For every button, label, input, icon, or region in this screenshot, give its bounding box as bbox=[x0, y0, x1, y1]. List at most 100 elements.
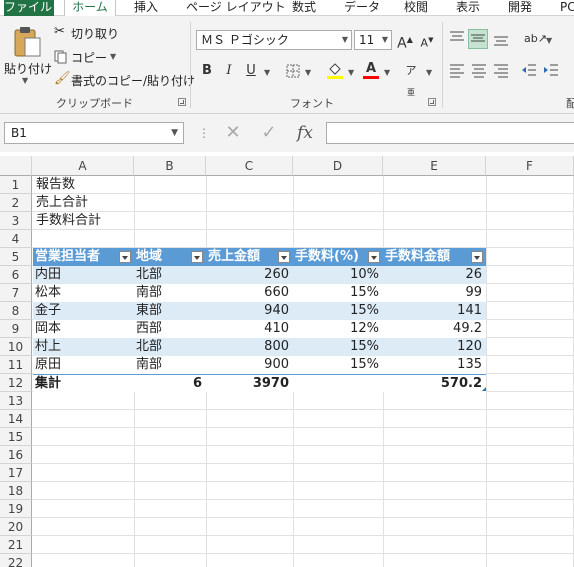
paste-button[interactable]: 貼り付け ▼ bbox=[4, 24, 52, 85]
row-header[interactable]: 12 bbox=[0, 374, 32, 392]
name-box[interactable]: B1 ▼ bbox=[4, 122, 184, 144]
table-cell[interactable]: 原田 bbox=[33, 356, 134, 374]
column-header-c[interactable]: C bbox=[206, 156, 293, 176]
row-header[interactable]: 3 bbox=[0, 212, 32, 230]
table-cell[interactable]: 49.2 bbox=[383, 320, 486, 338]
fill-color-button[interactable] bbox=[326, 60, 344, 79]
table-cell[interactable]: 北部 bbox=[134, 266, 206, 284]
table-cell[interactable]: 26 bbox=[383, 266, 486, 284]
table-cell[interactable]: 410 bbox=[206, 320, 293, 338]
total-cell[interactable]: 3970 bbox=[206, 374, 293, 392]
table-cell[interactable]: 260 bbox=[206, 266, 293, 284]
increase-indent-button[interactable] bbox=[542, 62, 560, 80]
column-header-d[interactable]: D bbox=[293, 156, 383, 176]
row-header[interactable]: 5 bbox=[0, 248, 32, 266]
shrink-font-button[interactable]: A▼ bbox=[418, 31, 436, 50]
row-header[interactable]: 15 bbox=[0, 428, 32, 446]
total-cell[interactable] bbox=[293, 374, 383, 392]
table-cell[interactable]: 村上 bbox=[33, 338, 134, 356]
row-header[interactable]: 17 bbox=[0, 464, 32, 482]
column-header-e[interactable]: E bbox=[383, 156, 486, 176]
chevron-down-icon[interactable]: ▼ bbox=[546, 36, 552, 45]
table-cell[interactable]: 北部 bbox=[134, 338, 206, 356]
total-row-label[interactable]: 集計 bbox=[33, 374, 134, 392]
align-left-button[interactable] bbox=[448, 62, 466, 80]
align-top-button[interactable] bbox=[448, 30, 466, 48]
chevron-down-icon[interactable]: ▼ bbox=[348, 68, 354, 77]
cut-button[interactable]: ✂ 切り取り bbox=[54, 24, 124, 42]
table-cell[interactable]: 南部 bbox=[134, 284, 206, 302]
column-header-b[interactable]: B bbox=[134, 156, 206, 176]
italic-button[interactable]: I bbox=[220, 62, 238, 80]
table-cell[interactable]: 141 bbox=[383, 302, 486, 320]
table-cell[interactable]: 12% bbox=[293, 320, 383, 338]
filter-dropdown-icon[interactable] bbox=[368, 251, 380, 263]
table-header-sales[interactable]: 売上金額 bbox=[206, 248, 293, 266]
orientation-button[interactable]: ab↗ bbox=[524, 30, 547, 48]
chevron-down-icon[interactable]: ▼ bbox=[305, 68, 311, 77]
total-cell[interactable]: 570.2 bbox=[383, 374, 486, 392]
table-cell[interactable]: 金子 bbox=[33, 302, 134, 320]
chevron-down-icon[interactable]: ▼ bbox=[426, 68, 432, 77]
table-resize-handle-icon[interactable] bbox=[482, 387, 486, 391]
table-header-commission-rate[interactable]: 手数料(%) bbox=[293, 248, 383, 266]
font-size-combo[interactable]: 11 ▼ bbox=[354, 30, 392, 50]
table-cell[interactable]: 940 bbox=[206, 302, 293, 320]
cell-a1[interactable]: 報告数 bbox=[34, 176, 134, 194]
table-cell[interactable]: 135 bbox=[383, 356, 486, 374]
cancel-entry-icon[interactable]: ✕ bbox=[220, 122, 246, 144]
table-cell[interactable]: 660 bbox=[206, 284, 293, 302]
table-cell[interactable]: 15% bbox=[293, 302, 383, 320]
chevron-down-icon[interactable]: ▼ bbox=[264, 68, 270, 77]
total-cell[interactable]: 6 bbox=[134, 374, 206, 392]
clipboard-launcher-icon[interactable] bbox=[178, 98, 186, 106]
row-header[interactable]: 10 bbox=[0, 338, 32, 356]
align-bottom-button[interactable] bbox=[492, 30, 510, 48]
tab-review[interactable]: 校閲 bbox=[404, 0, 444, 16]
chevron-down-icon[interactable]: ▼ bbox=[384, 68, 390, 77]
align-right-button[interactable] bbox=[492, 62, 510, 80]
column-header-f[interactable]: F bbox=[486, 156, 574, 176]
row-header[interactable]: 4 bbox=[0, 230, 32, 248]
table-header-commission-amount[interactable]: 手数料金額 bbox=[383, 248, 486, 266]
insert-function-button[interactable]: fx bbox=[290, 122, 320, 144]
row-header[interactable]: 16 bbox=[0, 446, 32, 464]
font-launcher-icon[interactable] bbox=[428, 98, 436, 106]
tab-developer[interactable]: 開発 bbox=[508, 0, 548, 16]
table-cell[interactable]: 15% bbox=[293, 356, 383, 374]
font-color-button[interactable]: A bbox=[362, 60, 380, 79]
align-middle-button[interactable] bbox=[468, 29, 488, 49]
table-cell[interactable]: 800 bbox=[206, 338, 293, 356]
row-header[interactable]: 2 bbox=[0, 194, 32, 212]
row-header[interactable]: 13 bbox=[0, 392, 32, 410]
align-center-button[interactable] bbox=[470, 62, 488, 80]
tab-home[interactable]: ホーム bbox=[64, 0, 116, 17]
table-cell[interactable]: 99 bbox=[383, 284, 486, 302]
row-header[interactable]: 11 bbox=[0, 356, 32, 374]
table-cell[interactable]: 岡本 bbox=[33, 320, 134, 338]
filter-dropdown-icon[interactable] bbox=[471, 251, 483, 263]
filter-dropdown-icon[interactable] bbox=[119, 251, 131, 263]
worksheet-grid[interactable]: A B C D E F 1 2 3 4 5 6 7 8 9 10 11 12 13 14 15 16 17 18 1… bbox=[0, 152, 574, 567]
table-header-region[interactable]: 地域 bbox=[134, 248, 206, 266]
decrease-indent-button[interactable] bbox=[520, 62, 538, 80]
bold-button[interactable]: B bbox=[198, 62, 216, 80]
font-name-combo[interactable]: ＭＳ Ｐゴシック ▼ bbox=[196, 30, 352, 50]
tab-page-layout[interactable]: ページ レイアウト bbox=[186, 0, 286, 16]
row-header[interactable]: 21 bbox=[0, 536, 32, 554]
table-cell[interactable]: 10% bbox=[293, 266, 383, 284]
tab-file[interactable]: ファイル bbox=[4, 0, 54, 16]
select-all-corner[interactable] bbox=[0, 156, 32, 176]
row-header[interactable]: 6 bbox=[0, 266, 32, 284]
tab-insert[interactable]: 挿入 bbox=[134, 0, 174, 16]
filter-dropdown-icon[interactable] bbox=[191, 251, 203, 263]
tab-view[interactable]: 表示 bbox=[456, 0, 496, 16]
filter-dropdown-icon[interactable] bbox=[278, 251, 290, 263]
table-cell[interactable]: 内田 bbox=[33, 266, 134, 284]
table-cell[interactable]: 西部 bbox=[134, 320, 206, 338]
table-cell[interactable]: 900 bbox=[206, 356, 293, 374]
row-header[interactable]: 14 bbox=[0, 410, 32, 428]
row-header[interactable]: 7 bbox=[0, 284, 32, 302]
confirm-entry-icon[interactable]: ✓ bbox=[256, 122, 282, 144]
table-header-sales-rep[interactable]: 営業担当者 bbox=[33, 248, 134, 266]
